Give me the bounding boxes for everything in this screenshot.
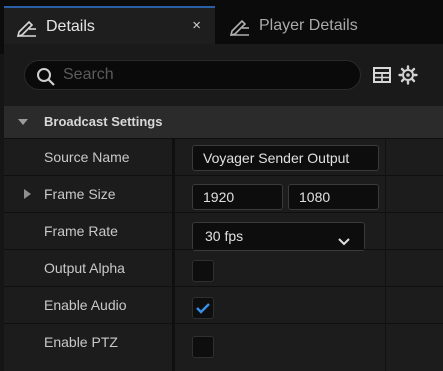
tab-player-details[interactable]: Player Details [217,8,377,44]
source-name-field[interactable]: Voyager Sender Output [192,145,379,171]
row-enable-ptz: Enable PTZ [4,323,443,371]
property-label: Enable PTZ [44,334,118,350]
checkmark-icon [196,303,210,314]
close-icon[interactable]: × [192,18,201,34]
frame-rate-dropdown[interactable]: 30 fps [192,222,365,251]
expand-arrow-icon[interactable] [24,189,31,199]
section-title: Broadcast Settings [44,114,163,129]
search-placeholder: Search [63,66,114,83]
column-divider [385,138,386,371]
output-alpha-checkbox[interactable] [192,260,214,282]
property-label: Output Alpha [44,260,125,276]
frame-height-field[interactable]: 1080 [288,184,379,210]
gear-icon[interactable] [398,65,418,90]
search-icon [36,67,56,92]
collapse-triangle-icon [18,119,28,125]
frame-width-field[interactable]: 1920 [192,184,283,210]
column-splitter[interactable] [172,138,175,371]
enable-ptz-checkbox[interactable] [192,336,214,358]
property-label: Frame Rate [44,223,118,239]
tab-player-details-label: Player Details [259,17,358,34]
pencil-lines-icon [16,17,38,38]
row-frame-rate: Frame Rate 30 fps [4,212,443,251]
property-label: Frame Size [44,186,116,202]
row-source-name: Source Name Voyager Sender Output [4,138,443,175]
section-broadcast-settings[interactable]: Broadcast Settings [4,106,443,138]
property-label: Enable Audio [44,297,127,313]
details-toolbar: Search [4,44,443,106]
chevron-down-icon [338,233,350,249]
row-output-alpha: Output Alpha [4,249,443,286]
pencil-lines-icon [229,16,251,37]
row-frame-size: Frame Size 1920 1080 [4,175,443,212]
tab-details-label: Details [46,18,95,35]
table-view-icon[interactable] [373,66,391,89]
search-input[interactable]: Search [24,60,361,90]
details-panel: Search Broadcast Settings Source Name Vo… [4,44,443,371]
enable-audio-checkbox[interactable] [192,297,214,319]
row-enable-audio: Enable Audio [4,286,443,323]
property-label: Source Name [44,149,130,165]
frame-rate-value: 30 fps [205,228,244,244]
tab-details[interactable]: Details × [4,6,215,46]
